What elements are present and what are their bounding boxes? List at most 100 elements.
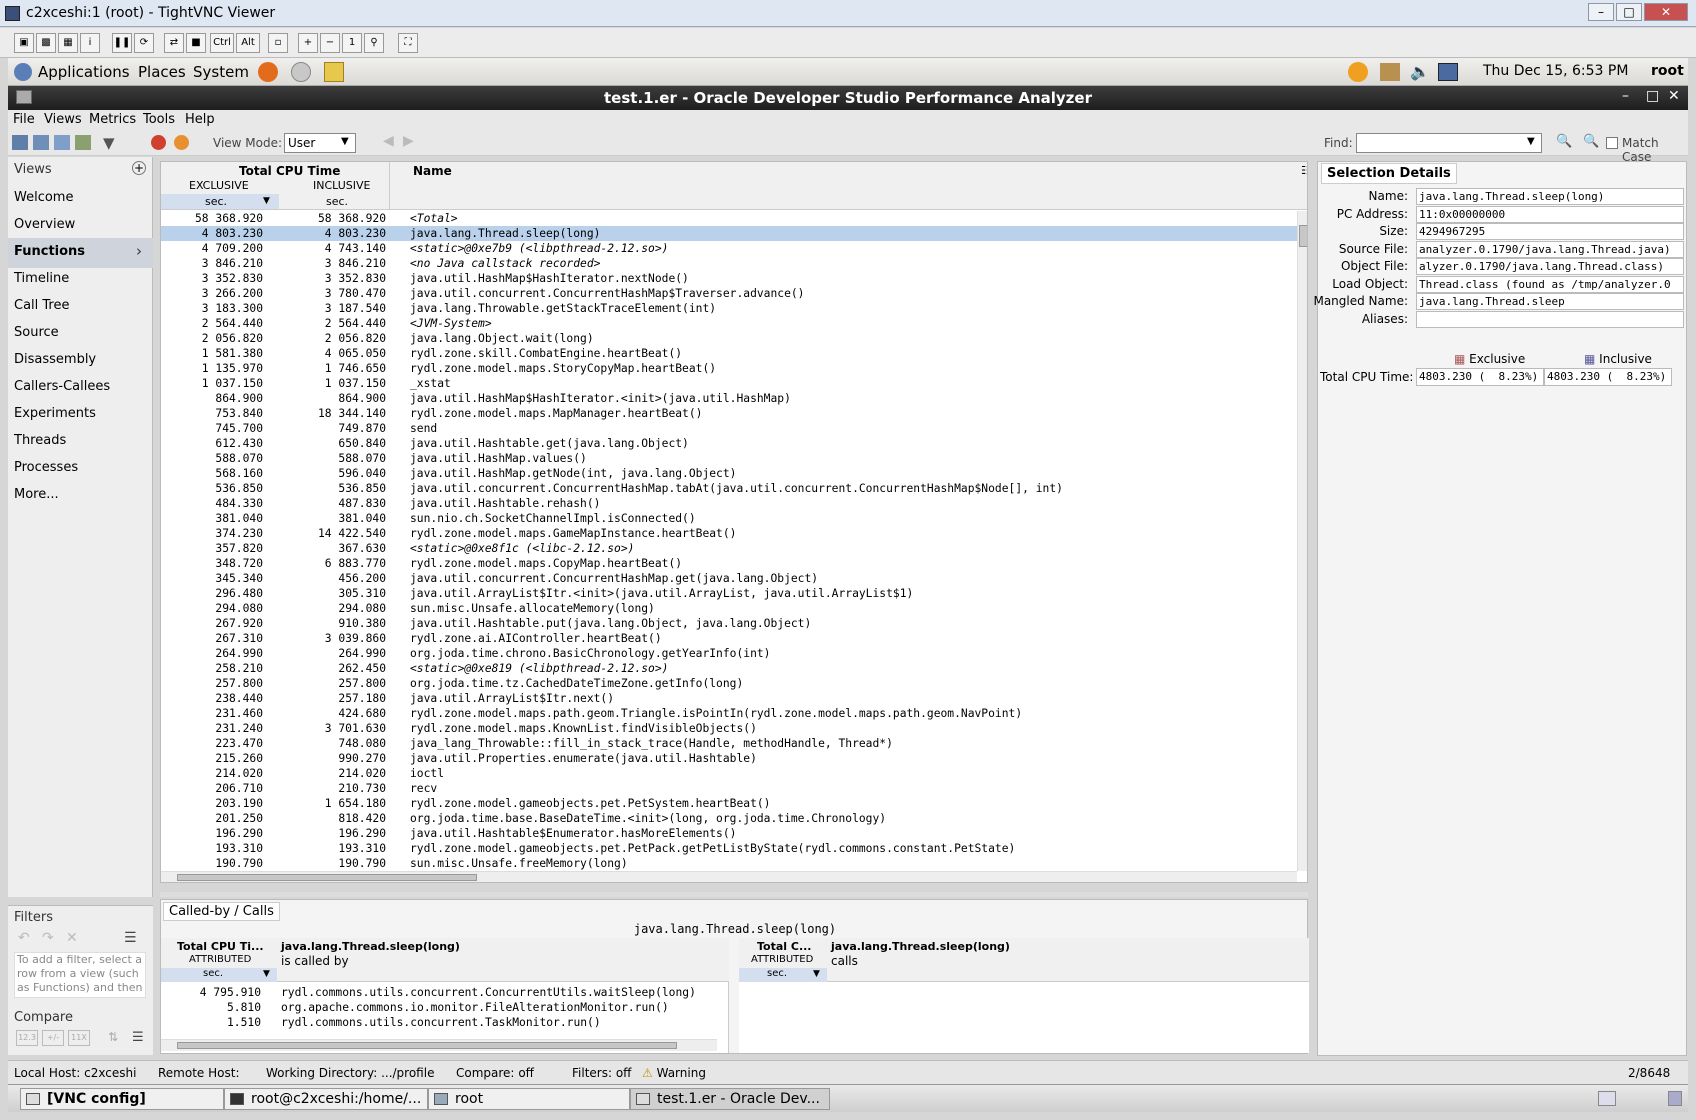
task-root-folder[interactable]: root — [428, 1088, 630, 1110]
table-row[interactable]: 206.710 210.730 recv — [161, 781, 1297, 796]
table-row[interactable]: 267.310 3 039.860 rydl.zone.ai.AIControlle… — [161, 631, 1297, 646]
table-row[interactable]: 296.480 305.310 java.util.ArrayList$Itr.<i… — [161, 586, 1297, 601]
app-maximize-icon[interactable]: □ — [1646, 88, 1659, 104]
table-row[interactable]: 4 709.200 4 743.140 <static>@0xe7b9 (<libp… — [161, 241, 1297, 256]
callers-hscroll-thumb[interactable] — [177, 1042, 677, 1049]
task-analyzer[interactable]: test.1.er - Oracle Dev... — [630, 1088, 830, 1110]
filter-menu-icon[interactable]: ☰ — [124, 930, 137, 946]
task-vnc-config[interactable]: [VNC config] — [20, 1088, 224, 1110]
table-row[interactable]: 3 183.300 3 187.540 java.lang.Throwable.ge… — [161, 301, 1297, 316]
table-row[interactable]: 203.190 1 654.180 rydl.zone.model.gameobje… — [161, 796, 1297, 811]
table-row[interactable]: 231.240 3 701.630 rydl.zone.model.maps.Kno… — [161, 721, 1297, 736]
table-row[interactable]: 345.340 456.200 java.util.concurrent.Concu… — [161, 571, 1297, 586]
table-row[interactable]: 190.790 190.790 sun.misc.Unsafe.freeMemory… — [161, 856, 1297, 871]
menu-views[interactable]: Views — [44, 112, 82, 127]
view-more[interactable]: More... — [14, 487, 59, 502]
firefox-icon[interactable] — [258, 62, 278, 82]
table-row[interactable]: 238.440 257.180 java.util.ArrayList$Itr.ne… — [161, 691, 1297, 706]
view-call-tree[interactable]: Call Tree — [14, 298, 70, 313]
detail-field-value[interactable]: 11:0x00000000 — [1416, 205, 1684, 223]
exclusive-header[interactable]: EXCLUSIVE — [189, 179, 249, 192]
hscroll-thumb[interactable] — [177, 874, 477, 881]
column-chooser-icon[interactable]: ☷ — [1301, 164, 1307, 177]
zoom-100-icon[interactable]: 1 — [342, 33, 362, 53]
sort-desc-icon[interactable]: ▼ — [263, 969, 270, 979]
selection-details-tab[interactable]: Selection Details — [1321, 163, 1457, 184]
find-dropdown-icon[interactable]: ▼ — [1527, 136, 1535, 147]
detail-field-value[interactable]: alyzer.0.1790/java.lang.Thread.class) — [1416, 258, 1684, 275]
view-overview[interactable]: Overview — [14, 217, 75, 232]
volume-icon[interactable]: 🔈 — [1410, 62, 1430, 81]
view-functions[interactable]: Functions — [14, 244, 85, 259]
clipboard-icon[interactable]: ▫ — [268, 33, 288, 53]
find-prev-icon[interactable]: 🔍 — [1583, 134, 1599, 149]
table-row[interactable]: 2 564.440 2 564.440 <JVM-System> — [161, 316, 1297, 331]
table-row[interactable]: 536.850 536.850 java.util.concurrent.Concu… — [161, 481, 1297, 496]
metric-group-header[interactable]: Total CPU Time — [239, 164, 340, 178]
table-row[interactable]: 2 056.820 2 056.820 java.lang.Object.wait(… — [161, 331, 1297, 346]
view-welcome[interactable]: Welcome — [14, 190, 73, 205]
table-row[interactable]: 864.900 864.900 java.util.HashMap$HashIter… — [161, 391, 1297, 406]
view-source[interactable]: Source — [14, 325, 59, 340]
inclusive-header[interactable]: INCLUSIVE — [313, 179, 371, 192]
network-icon[interactable] — [1380, 63, 1400, 81]
table-row[interactable]: 294.080 294.080 sun.misc.Unsafe.allocateMe… — [161, 601, 1297, 616]
view-timeline[interactable]: Timeline — [14, 271, 69, 286]
close-icon[interactable]: ✕ — [1644, 3, 1688, 21]
display-icon[interactable] — [1438, 63, 1458, 81]
remove-filter-icon[interactable]: ✕ — [66, 930, 78, 946]
alt-key-button[interactable]: Alt — [236, 33, 260, 53]
menu-tools[interactable]: Tools — [143, 112, 175, 127]
table-row[interactable]: 588.070 588.070 java.util.HashMap.values() — [161, 451, 1297, 466]
ctrl-key-button[interactable]: Ctrl — [210, 33, 234, 53]
maximize-icon[interactable]: □ — [1616, 3, 1642, 21]
panel-clock[interactable]: Thu Dec 15, 6:53 PM — [1483, 63, 1628, 79]
save-icon[interactable]: ▩ — [36, 33, 56, 53]
undo-filter-icon[interactable]: ↶ — [18, 930, 30, 946]
table-row[interactable]: 264.990 264.990 org.joda.time.chrono.Basic… — [161, 646, 1297, 661]
ctrl-alt-del-icon[interactable]: ■ — [186, 33, 206, 53]
minimize-icon[interactable]: – — [1588, 3, 1614, 21]
table-row[interactable]: 381.040 381.040 sun.nio.ch.SocketChannelIm… — [161, 511, 1297, 526]
table-row[interactable]: 193.310 193.310 rydl.zone.model.gameobject… — [161, 841, 1297, 856]
panel-splitter[interactable] — [160, 892, 1308, 897]
view-experiments[interactable]: Experiments — [14, 406, 96, 421]
view-threads[interactable]: Threads — [14, 433, 66, 448]
compare-absolute-button[interactable]: 12.3 — [16, 1030, 38, 1046]
table-row[interactable]: 374.230 14 422.540 rydl.zone.model.maps.Ga… — [161, 526, 1297, 541]
table-row[interactable]: 258.210 262.450 <static>@0xe819 (<libpthre… — [161, 661, 1297, 676]
view-callers-callees[interactable]: Callers-Callees — [14, 379, 110, 394]
status-warning[interactable]: ⚠ Warning — [642, 1066, 706, 1080]
table-row[interactable]: 4 803.230 4 803.230 java.lang.Thread.sleep… — [161, 226, 1297, 241]
table-row[interactable]: 612.430 650.840 java.util.Hashtable.get(ja… — [161, 436, 1297, 451]
table-row[interactable]: 215.260 990.270 java.util.Properties.enume… — [161, 751, 1297, 766]
sort-desc-icon[interactable]: ▼ — [813, 969, 820, 979]
compare-delta-button[interactable]: +/- — [42, 1030, 64, 1046]
open-experiment-icon[interactable] — [12, 135, 28, 150]
compare-ratio-button[interactable]: 11X — [68, 1030, 90, 1046]
find-next-icon[interactable]: 🔍 — [1556, 134, 1572, 149]
compare-menu-icon[interactable]: ☰ — [132, 1030, 144, 1045]
show-desktop-icon[interactable] — [1598, 1091, 1616, 1106]
places-menu[interactable]: Places — [138, 63, 186, 81]
table-row[interactable]: 223.470 748.080 java_lang_Throwable::fill_… — [161, 736, 1297, 751]
app-close-icon[interactable]: ✕ — [1668, 88, 1680, 104]
library-visibility-icon[interactable] — [151, 135, 166, 150]
callers-hscrollbar[interactable] — [161, 1039, 717, 1051]
compare-experiments-icon[interactable] — [33, 135, 49, 150]
match-case-checkbox[interactable] — [1606, 137, 1618, 149]
back-arrow-icon[interactable]: ◀ — [383, 133, 394, 149]
app-minimize-icon[interactable]: – — [1622, 88, 1629, 104]
table-row[interactable]: 58 368.920 58 368.920 <Total> — [161, 211, 1297, 226]
detail-field-value[interactable]: Thread.class (found as /tmp/analyzer.0 — [1416, 275, 1684, 293]
table-row[interactable]: 357.820 367.630 <static>@0xe8f1c (<libc-2.… — [161, 541, 1297, 556]
column-divider[interactable] — [389, 162, 390, 210]
detail-field-value[interactable]: java.lang.Thread.sleep — [1416, 293, 1684, 310]
system-menu[interactable]: System — [193, 63, 249, 81]
table-row[interactable]: 214.020 214.020 ioctl — [161, 766, 1297, 781]
settings-gear-icon[interactable] — [174, 135, 189, 150]
table-row[interactable]: 3 846.210 3 846.210 <no Java callstack rec… — [161, 256, 1297, 271]
pause-icon[interactable]: ❚❚ — [112, 33, 132, 53]
fullscreen-icon[interactable]: ⛶ — [398, 33, 418, 53]
table-row[interactable]: 3 352.830 3 352.830 java.util.HashMap$Hash… — [161, 271, 1297, 286]
